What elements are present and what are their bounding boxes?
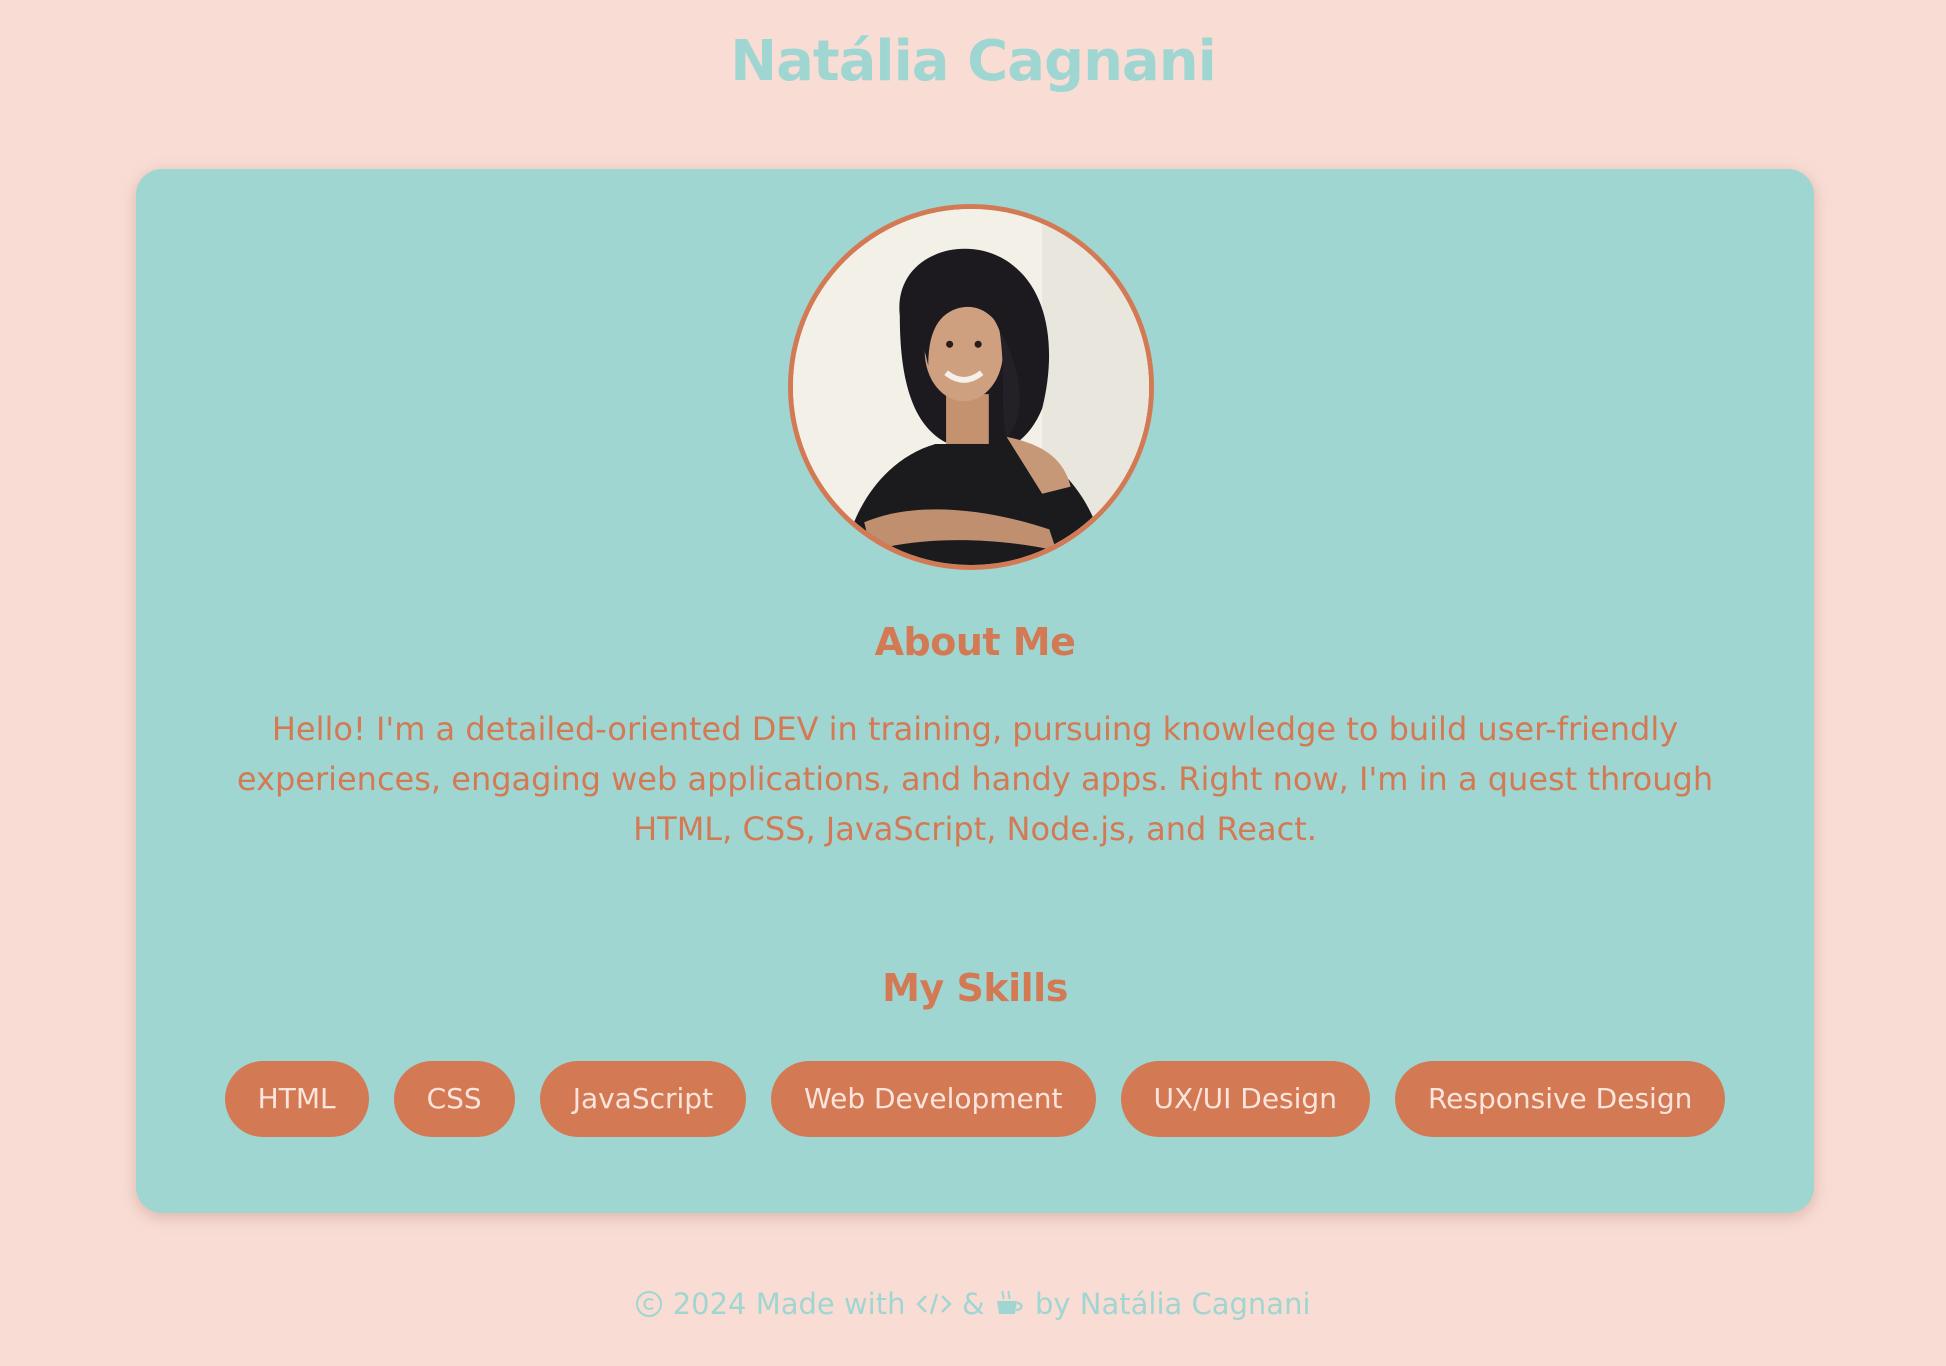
code-icon (915, 1287, 962, 1321)
footer-ampersand: & (961, 1287, 985, 1321)
footer-by-text: by Natália Cagnani (1035, 1287, 1311, 1321)
skill-tag-ux-ui-design[interactable]: UX/UI Design (1120, 1061, 1370, 1137)
profile-card: About Me Hello! I'm a detailed-oriented … (136, 169, 1814, 1213)
skills-list: HTML CSS JavaScript Web Development UX/U… (136, 1061, 1814, 1137)
skill-tag-html[interactable]: HTML (224, 1061, 369, 1137)
site-title: Natália Cagnani (730, 29, 1217, 94)
copyright-icon (635, 1287, 672, 1321)
skills-heading: My Skills (882, 966, 1068, 1010)
coffee-icon (994, 1287, 1035, 1321)
skill-tag-responsive-design[interactable]: Responsive Design (1394, 1061, 1726, 1137)
skill-tag-web-development[interactable]: Web Development (771, 1061, 1096, 1137)
skill-tag-javascript[interactable]: JavaScript (539, 1061, 747, 1137)
about-heading: About Me (874, 620, 1076, 664)
footer-year-text: 2024 Made with (672, 1287, 906, 1321)
skill-tag-css[interactable]: CSS (393, 1061, 515, 1137)
about-text: Hello! I'm a detailed-oriented DEV in tr… (236, 710, 1714, 848)
avatar (788, 204, 1154, 570)
profile-photo (793, 209, 1149, 565)
footer: 2024 Made with & by Natália Cagnani (0, 1280, 1946, 1326)
